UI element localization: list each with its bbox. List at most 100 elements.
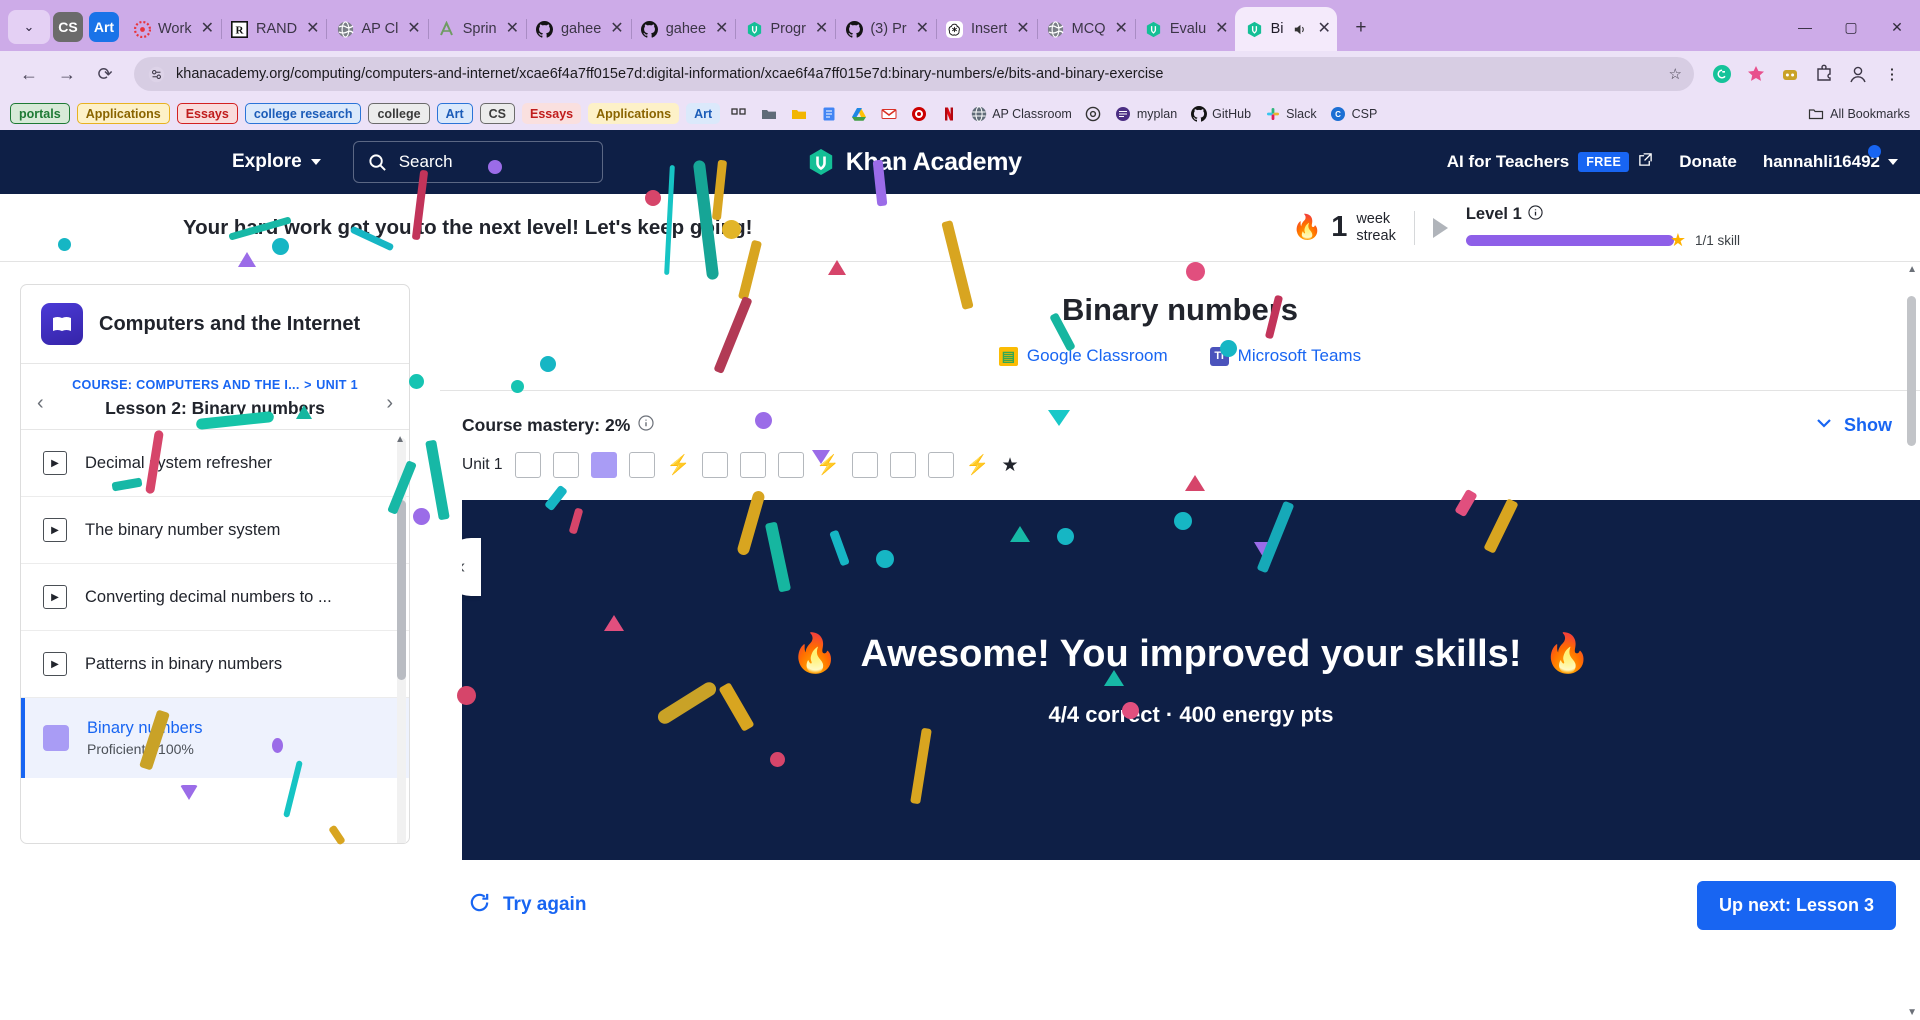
scroll-down-icon[interactable]: ▼ bbox=[1907, 1007, 1917, 1018]
list-item[interactable]: ▶ Patterns in binary numbers bbox=[21, 631, 409, 698]
maximize-button[interactable]: ▢ bbox=[1828, 9, 1874, 45]
tab-work[interactable]: Work ✕ bbox=[122, 7, 222, 51]
close-icon[interactable]: ✕ bbox=[506, 21, 519, 37]
bookmark-applications-2[interactable]: Applications bbox=[588, 103, 680, 124]
bookmark-github[interactable]: GitHub bbox=[1187, 105, 1254, 122]
mastery-pip-empty[interactable] bbox=[628, 452, 655, 478]
bookmark-doc-blue[interactable] bbox=[817, 105, 840, 122]
bookmark-slack[interactable]: Slack bbox=[1261, 105, 1320, 122]
new-tab-button[interactable]: + bbox=[1345, 12, 1377, 44]
mastery-pip-empty[interactable] bbox=[889, 452, 916, 478]
mastery-pip-empty[interactable] bbox=[552, 452, 579, 478]
bookmark-gmail[interactable] bbox=[877, 105, 900, 122]
tab-rand[interactable]: R RAND ✕ bbox=[220, 7, 328, 51]
bookmark-cs[interactable]: CS bbox=[479, 103, 515, 124]
try-again-button[interactable]: Try again bbox=[468, 891, 586, 920]
page-scrollbar-thumb[interactable] bbox=[1907, 296, 1916, 446]
next-lesson-icon[interactable]: › bbox=[386, 392, 393, 415]
minimize-button[interactable]: — bbox=[1782, 9, 1828, 45]
bookmark-netflix[interactable] bbox=[937, 105, 960, 122]
mastery-pip-empty[interactable] bbox=[514, 452, 541, 478]
tab-active-binary-numbers[interactable]: Bi ✕ bbox=[1234, 7, 1337, 51]
bookmark-drive[interactable] bbox=[847, 105, 870, 122]
bookmark-art-1[interactable]: Art bbox=[436, 103, 473, 124]
tab-gahee-1[interactable]: gahee ✕ bbox=[525, 7, 632, 51]
list-item[interactable]: ▶ The binary number system bbox=[21, 497, 409, 564]
show-button[interactable]: Show bbox=[1814, 413, 1892, 438]
sidebar-scrollbar-thumb[interactable] bbox=[397, 500, 406, 680]
google-classroom-link[interactable]: ▤ Google Classroom bbox=[998, 346, 1168, 366]
close-icon[interactable]: ✕ bbox=[407, 21, 420, 37]
mastery-pip-empty[interactable] bbox=[740, 452, 767, 478]
mastery-pip-empty[interactable] bbox=[927, 452, 954, 478]
tab-ap-classroom[interactable]: AP Cl ✕ bbox=[325, 7, 429, 51]
breadcrumb-course[interactable]: COURSE: COMPUTERS AND THE I... bbox=[72, 378, 300, 392]
forward-icon[interactable]: → bbox=[50, 57, 84, 91]
prev-lesson-icon[interactable]: ‹ bbox=[37, 392, 44, 415]
tab-pr[interactable]: (3) Pr ✕ bbox=[834, 7, 937, 51]
pinned-tab-cs[interactable]: CS bbox=[53, 12, 83, 42]
close-icon[interactable]: ✕ bbox=[1215, 21, 1228, 37]
tab-mcq[interactable]: MCQ ✕ bbox=[1036, 7, 1136, 51]
bookmark-applications-1[interactable]: Applications bbox=[76, 103, 170, 124]
bookmark-essays-2[interactable]: Essays bbox=[522, 103, 582, 124]
close-icon[interactable]: ✕ bbox=[1317, 21, 1330, 37]
close-icon[interactable]: ✕ bbox=[306, 21, 319, 37]
bookmark-target[interactable] bbox=[907, 105, 930, 122]
bookmark-myplan[interactable]: myplan bbox=[1112, 105, 1180, 122]
address-bar[interactable]: khanacademy.org/computing/computers-and-… bbox=[134, 57, 1694, 91]
bookmark-apps[interactable] bbox=[727, 105, 750, 122]
list-item[interactable]: ▶ Converting decimal numbers to ... bbox=[21, 564, 409, 631]
play-triangle-icon[interactable] bbox=[1432, 217, 1448, 238]
mastery-pip-empty[interactable] bbox=[778, 452, 805, 478]
info-icon[interactable] bbox=[1528, 204, 1543, 225]
khan-academy-logo[interactable]: Khan Academy bbox=[806, 147, 1022, 177]
close-icon[interactable]: ✕ bbox=[715, 21, 728, 37]
chrome-menu-icon[interactable]: ⋮ bbox=[1876, 58, 1908, 90]
reload-icon[interactable]: ⟳ bbox=[88, 57, 122, 91]
bookmark-college-research[interactable]: college research bbox=[244, 103, 362, 124]
close-icon[interactable]: ✕ bbox=[610, 21, 623, 37]
breadcrumb-unit[interactable]: UNIT 1 bbox=[316, 378, 358, 392]
bookmark-essays-1[interactable]: Essays bbox=[176, 103, 238, 124]
bookmark-portals[interactable]: portals bbox=[10, 103, 70, 124]
bookmark-csp[interactable]: C CSP bbox=[1327, 105, 1381, 122]
scroll-up-icon[interactable]: ▲ bbox=[395, 434, 405, 445]
mastery-pip-filled[interactable] bbox=[590, 452, 617, 478]
bookmark-star-icon[interactable]: ☆ bbox=[1669, 65, 1682, 83]
sidebar-course-header[interactable]: Computers and the Internet bbox=[21, 285, 409, 363]
back-icon[interactable]: ← bbox=[12, 57, 46, 91]
list-item[interactable]: ▶ Decimal system refresher bbox=[21, 430, 409, 497]
ai-for-teachers-link[interactable]: AI for Teachers FREE bbox=[1447, 152, 1653, 172]
search-input[interactable]: Search bbox=[352, 141, 603, 183]
grammarly-icon[interactable] bbox=[1706, 58, 1738, 90]
close-icon[interactable]: ✕ bbox=[1016, 21, 1029, 37]
bookmark-ap-classroom[interactable]: AP Classroom bbox=[967, 105, 1075, 122]
pinned-tab-art[interactable]: Art bbox=[89, 12, 119, 42]
tab-gahee-2[interactable]: gahee ✕ bbox=[630, 7, 737, 51]
all-bookmarks-button[interactable]: All Bookmarks bbox=[1807, 105, 1910, 122]
info-icon[interactable] bbox=[638, 415, 654, 436]
mastery-pip-empty[interactable] bbox=[851, 452, 878, 478]
tab-sprint[interactable]: Sprin ✕ bbox=[427, 7, 527, 51]
profile-avatar-icon[interactable] bbox=[1842, 58, 1874, 90]
collapse-sidebar-button[interactable]: ‹ bbox=[462, 538, 481, 596]
user-menu[interactable]: hannahli16492 bbox=[1763, 145, 1898, 172]
close-icon[interactable]: ✕ bbox=[916, 21, 929, 37]
extension-pink-icon[interactable] bbox=[1740, 58, 1772, 90]
bookmark-folder-dark[interactable] bbox=[757, 105, 780, 122]
microsoft-teams-link[interactable]: Ti Microsoft Teams bbox=[1209, 346, 1361, 366]
close-icon[interactable]: ✕ bbox=[1114, 21, 1127, 37]
bookmark-art-2[interactable]: Art bbox=[686, 103, 721, 124]
tab-evalu[interactable]: Evalu ✕ bbox=[1134, 7, 1237, 51]
list-item-current-binary-numbers[interactable]: Binary numbers Proficient • 100% bbox=[21, 698, 409, 778]
bookmark-college[interactable]: college bbox=[368, 103, 430, 124]
extension-robot-icon[interactable] bbox=[1774, 58, 1806, 90]
bookmark-circle[interactable] bbox=[1082, 105, 1105, 122]
up-next-button[interactable]: Up next: Lesson 3 bbox=[1696, 880, 1896, 930]
site-settings-icon[interactable] bbox=[146, 64, 166, 84]
bookmark-folder-yellow[interactable] bbox=[787, 105, 810, 122]
speaker-icon[interactable] bbox=[1290, 20, 1308, 38]
close-icon[interactable]: ✕ bbox=[201, 21, 214, 37]
close-icon[interactable]: ✕ bbox=[815, 21, 828, 37]
